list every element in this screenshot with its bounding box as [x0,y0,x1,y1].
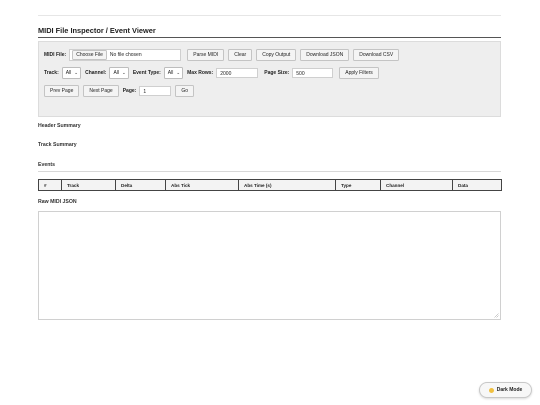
event-type-select[interactable]: All ⌄ [163,67,184,79]
events-divider [38,171,501,172]
page-size-input[interactable]: 500 [292,68,334,78]
moon-icon [488,387,494,393]
header-summary-heading: Header Summary [38,123,81,129]
chevron-down-icon: ⌄ [176,70,181,75]
parse-midi-button[interactable]: Parse MIDI [187,49,225,61]
dark-mode-toggle[interactable]: Dark Mode [479,382,532,398]
column-header-abs-tick[interactable]: Abs Tick [165,179,239,191]
column-header-data[interactable]: Data [452,179,502,191]
go-button[interactable]: Go [175,85,195,97]
file-input[interactable]: Choose File No file chosen [69,49,182,61]
download-json-button[interactable]: Download JSON [300,49,350,61]
raw-json-textarea[interactable] [38,211,501,320]
event-type-select-value: All [167,70,174,76]
clear-button[interactable]: Clear [228,49,253,61]
event-type-label: Event Type: [132,70,161,76]
channel-label: Channel: [85,70,107,76]
pager-row: Prev Page Next Page Page: 1 Go [44,85,195,97]
column-header-type[interactable]: Type [335,179,381,191]
max-rows-input[interactable]: 2000 [216,68,259,78]
column-header-delta[interactable]: Delta [115,179,166,191]
file-row: MIDI File: Choose File No file chosen Pa… [44,49,400,61]
download-csv-button[interactable]: Download CSV [353,49,400,61]
track-label: Track: [44,70,59,76]
chevron-down-icon: ⌄ [122,70,126,75]
events-table: # Track Delta Abs Tick Abs Time (s) Type… [38,179,502,191]
column-header-track[interactable]: Track [61,179,116,191]
events-heading: Events [38,162,56,168]
track-summary-heading: Track Summary [38,142,77,148]
choose-file-button[interactable]: Choose File [72,50,107,60]
track-select-value: All [65,70,72,76]
top-divider [38,15,501,16]
apply-filters-button[interactable]: Apply Filters [339,67,379,79]
dark-mode-label: Dark Mode [496,387,523,393]
page-input[interactable]: 1 [139,86,172,96]
no-file-text: No file chosen [109,52,142,58]
page-size-label: Page Size: [264,70,290,76]
channel-select-value: All [113,70,120,76]
copy-output-button[interactable]: Copy Output [256,49,297,61]
track-select[interactable]: All ⌄ [61,67,82,79]
next-page-button[interactable]: Next Page [83,85,119,97]
column-header-channel[interactable]: Channel [380,179,453,191]
column-header-index[interactable]: # [38,179,62,191]
title-divider [38,37,501,38]
page-title: MIDI File Inspector / Event Viewer [38,26,156,35]
column-header-abs-time[interactable]: Abs Time (s) [238,179,336,191]
page-label: Page: [122,88,137,94]
raw-json-heading: Raw MIDI JSON [38,199,77,205]
midi-file-label: MIDI File: [44,52,67,58]
channel-select[interactable]: All ⌄ [109,67,129,79]
prev-page-button[interactable]: Prev Page [44,85,80,97]
controls-panel: MIDI File: Choose File No file chosen Pa… [38,41,501,117]
resize-handle-icon[interactable] [494,313,499,318]
events-header-row: # Track Delta Abs Tick Abs Time (s) Type… [38,179,502,191]
filter-row: Track: All ⌄ Channel: All ⌄ Event Type: … [44,67,379,79]
chevron-down-icon: ⌄ [74,70,79,75]
max-rows-label: Max Rows: [187,70,214,76]
